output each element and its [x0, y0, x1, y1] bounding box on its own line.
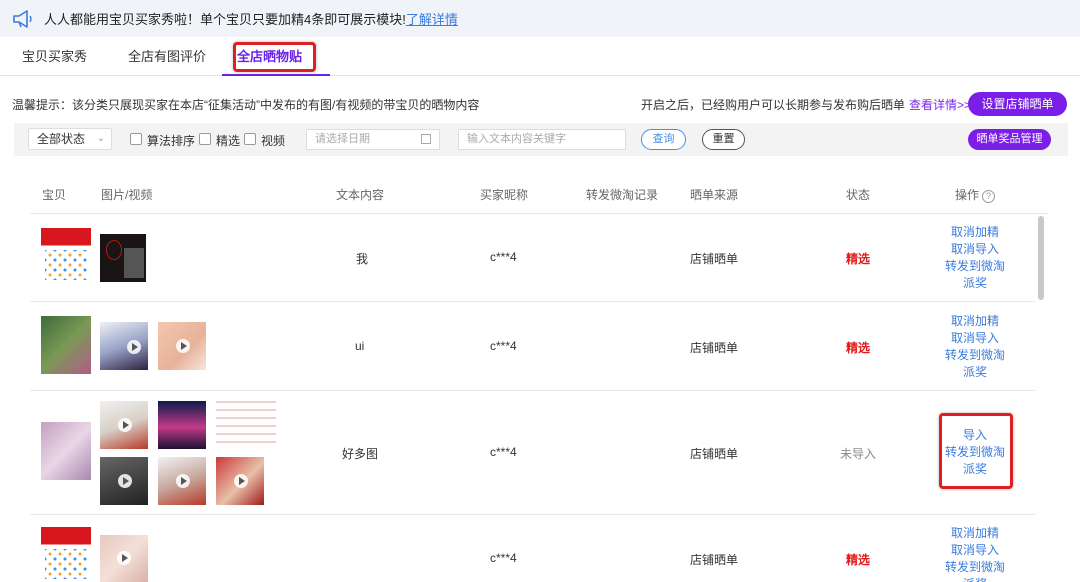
row-operations: 取消加精 取消导入 转发到微淘 派奖: [930, 525, 1020, 582]
header-text: 文本内容: [336, 188, 385, 202]
forward-to-weitao-link[interactable]: 转发到微淘: [930, 258, 1020, 275]
tip-right: 开启之后，已经购用户可以长期参与发布购后晒单 查看详情>>: [641, 98, 972, 112]
play-icon: [176, 339, 190, 353]
buyer-nickname: c***4: [490, 551, 517, 565]
header-status: 状态: [846, 188, 871, 202]
media-thumbnail[interactable]: [100, 234, 146, 282]
video-checkbox[interactable]: [244, 133, 256, 145]
text-content: ui: [355, 339, 365, 353]
media-thumbnail[interactable]: [158, 401, 206, 449]
text-content: 我: [356, 252, 369, 266]
notice-bar: 人人都能用宝贝买家秀啦！单个宝贝只要加精4条即可展示模块!了解详情: [0, 0, 1080, 37]
play-icon: [117, 551, 131, 565]
media-thumbnail[interactable]: [216, 457, 264, 505]
buyer-nickname: c***4: [490, 445, 517, 459]
product-thumbnail[interactable]: [41, 228, 91, 286]
cancel-featured-link[interactable]: 取消加精: [930, 224, 1020, 241]
status-select[interactable]: 全部状态 ⌄: [28, 128, 112, 150]
post-source: 店铺晒单: [690, 252, 739, 266]
cancel-featured-link[interactable]: 取消加精: [930, 525, 1020, 542]
status-badge: 未导入: [840, 447, 877, 461]
cancel-featured-link[interactable]: 取消加精: [930, 313, 1020, 330]
table-scrollbar[interactable]: [1038, 216, 1044, 300]
play-icon: [127, 340, 141, 354]
help-icon[interactable]: ?: [982, 190, 996, 203]
header-forward-record: 转发微淘记录: [586, 188, 659, 202]
active-tab-underline: [222, 74, 330, 76]
filter-bar: 全部状态 ⌄ 算法排序 精选 视频 请选择日期 输入文本内容关键字 查询 重置 …: [14, 123, 1068, 156]
cancel-import-link[interactable]: 取消导入: [930, 330, 1020, 347]
media-thumbnail[interactable]: [100, 457, 148, 505]
featured-checkbox[interactable]: [199, 133, 211, 145]
forward-to-weitao-link[interactable]: 转发到微淘: [930, 559, 1020, 576]
header-operations: 操作?: [955, 186, 996, 203]
highlight-box-tab: [233, 42, 316, 72]
header-source: 晒单来源: [690, 188, 739, 202]
product-thumbnail[interactable]: [41, 422, 91, 480]
prize-management-button[interactable]: 晒单奖品管理: [968, 129, 1051, 150]
chevron-down-icon: ⌄: [96, 133, 105, 144]
play-icon: [234, 474, 248, 488]
header-media: 图片/视频: [101, 188, 153, 202]
buyer-nickname: c***4: [490, 250, 517, 264]
header-item: 宝贝: [42, 188, 67, 202]
play-icon: [118, 474, 132, 488]
media-thumbnail[interactable]: [216, 401, 276, 449]
product-thumbnail[interactable]: [41, 527, 91, 582]
algorithm-sort-label: 算法排序: [147, 134, 196, 148]
status-badge: 精选: [846, 553, 871, 567]
media-thumbnail[interactable]: [158, 322, 206, 370]
date-input[interactable]: 请选择日期: [306, 129, 440, 150]
tab-bar: 宝贝买家秀 全店有图评价 全店晒物贴: [0, 38, 1080, 76]
post-source: 店铺晒单: [690, 553, 739, 567]
keyword-search-input[interactable]: 输入文本内容关键字: [458, 129, 626, 150]
reset-button[interactable]: 重置: [702, 129, 745, 150]
play-icon: [118, 418, 132, 432]
send-prize-link[interactable]: 派奖: [930, 364, 1020, 381]
video-label: 视频: [261, 134, 286, 148]
algorithm-sort-checkbox[interactable]: [130, 133, 142, 145]
calendar-icon: [421, 134, 431, 144]
table-header: 宝贝 图片/视频 文本内容 买家昵称 转发微淘记录 晒单来源 状态 操作?: [30, 172, 1048, 214]
text-content: 好多图: [342, 447, 379, 461]
row-operations: 取消加精 取消导入 转发到微淘 派奖: [930, 224, 1020, 292]
media-thumbnail[interactable]: [100, 535, 148, 582]
header-buyer: 买家昵称: [480, 188, 529, 202]
showoff-table: 宝贝 图片/视频 文本内容 买家昵称 转发微淘记录 晒单来源 状态 操作? 我 …: [30, 172, 1048, 582]
product-thumbnail[interactable]: [41, 316, 91, 374]
tab-shop-photo-reviews[interactable]: 全店有图评价: [128, 38, 206, 76]
play-icon: [176, 474, 190, 488]
table-row: 我 c***4 店铺晒单 精选 取消加精 取消导入 转发到微淘 派奖: [30, 214, 1035, 302]
tab-item-buyer-show[interactable]: 宝贝买家秀: [22, 38, 87, 76]
tip-text: 温馨提示：该分类只展现买家在本店“征集活动”中发布的有图/有视频的带宝贝的晒物内…: [12, 98, 480, 112]
row-operations: 取消加精 取消导入 转发到微淘 派奖: [930, 313, 1020, 381]
table-row: 好多图 c***4 店铺晒单 未导入 导入 转发到微淘 派奖: [30, 391, 1035, 515]
query-button[interactable]: 查询: [641, 129, 686, 150]
buyer-nickname: c***4: [490, 339, 517, 353]
setup-shop-showoff-button[interactable]: 设置店铺晒单: [968, 92, 1067, 116]
send-prize-link[interactable]: 派奖: [930, 576, 1020, 582]
megaphone-icon: [13, 9, 32, 28]
view-details-link[interactable]: 查看详情>>: [909, 98, 971, 112]
media-thumbnail[interactable]: [100, 401, 148, 449]
media-thumbnail[interactable]: [158, 457, 206, 505]
table-row: c***4 店铺晒单 精选 取消加精 取消导入 转发到微淘 派奖: [30, 515, 1035, 582]
learn-more-link[interactable]: 了解详情: [406, 12, 458, 27]
status-badge: 精选: [846, 341, 871, 355]
forward-to-weitao-link[interactable]: 转发到微淘: [930, 347, 1020, 364]
status-badge: 精选: [846, 252, 871, 266]
post-source: 店铺晒单: [690, 447, 739, 461]
send-prize-link[interactable]: 派奖: [930, 275, 1020, 292]
cancel-import-link[interactable]: 取消导入: [930, 241, 1020, 258]
highlight-box-ops: [939, 413, 1013, 489]
cancel-import-link[interactable]: 取消导入: [930, 542, 1020, 559]
featured-label: 精选: [216, 134, 241, 148]
notice-text: 人人都能用宝贝买家秀啦！单个宝贝只要加精4条即可展示模块!了解详情: [44, 12, 458, 27]
media-thumbnail[interactable]: [100, 322, 148, 370]
post-source: 店铺晒单: [690, 341, 739, 355]
table-row: ui c***4 店铺晒单 精选 取消加精 取消导入 转发到微淘 派奖: [30, 302, 1035, 391]
